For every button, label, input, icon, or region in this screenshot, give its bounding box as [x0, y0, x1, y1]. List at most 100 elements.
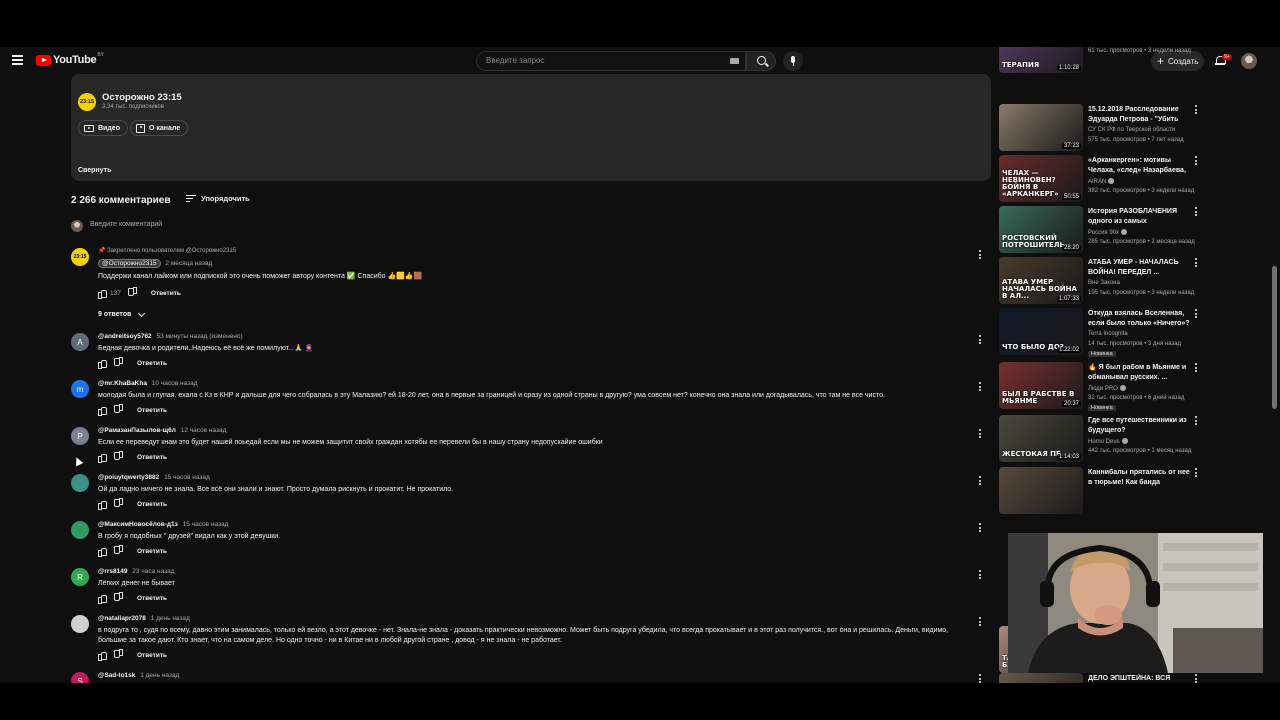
comment-author[interactable]: @poiuytqwerty3882: [98, 474, 159, 481]
comment-author[interactable]: @МаксимНовосёлов-д1з: [98, 521, 178, 528]
like-icon[interactable]: [98, 651, 107, 661]
video-menu-icon[interactable]: [1195, 468, 1198, 479]
video-thumbnail[interactable]: [999, 467, 1083, 514]
dislike-icon[interactable]: [115, 406, 123, 414]
comment-author[interactable]: @nataliapr2078: [98, 615, 146, 622]
video-title[interactable]: История РАЗОБЛАЧЕНИЯ одного из самых КРО…: [1088, 207, 1192, 227]
reply-button[interactable]: Ответить: [137, 501, 167, 508]
comment-author[interactable]: @mr.KhaBaKha: [98, 380, 147, 387]
comment-menu-icon[interactable]: [979, 523, 982, 533]
video-channel[interactable]: СУ СК РФ по Тверской области: [1088, 127, 1175, 133]
comment-time[interactable]: 15 часов назад: [164, 474, 210, 481]
comment-menu-icon[interactable]: [979, 335, 982, 345]
scrollbar[interactable]: [1272, 266, 1277, 409]
about-channel-button[interactable]: О канале: [130, 120, 189, 136]
like-icon[interactable]: [98, 453, 107, 463]
reply-button[interactable]: Ответить: [137, 360, 167, 367]
comment-time[interactable]: 1 день назад: [140, 672, 179, 679]
comment-avatar[interactable]: [71, 521, 89, 539]
comment-time[interactable]: 53 минуты назад (изменено): [156, 333, 242, 340]
recommended-video[interactable]: ЧЕЛАХ — НЕВИНОВЕН? БОЙНЯ В «АРКАНКЕРГ» 5…: [999, 155, 1259, 205]
video-menu-icon[interactable]: [1195, 105, 1198, 116]
like-icon[interactable]: [98, 500, 107, 510]
video-thumbnail[interactable]: [999, 673, 1083, 683]
comment-avatar[interactable]: S: [71, 672, 89, 683]
search-input[interactable]: Введите запрос: [476, 51, 746, 71]
dislike-icon[interactable]: [115, 651, 123, 659]
comment-menu-icon[interactable]: [979, 250, 982, 260]
comment-time[interactable]: 12 часов назад: [181, 427, 227, 434]
video-title[interactable]: 🔥 Я был рабом в Мьянме и обманывал русск…: [1088, 363, 1192, 383]
video-thumbnail[interactable]: АТАВА УМЕР НАЧАЛАСЬ ВОЙНА В АЛ... 1:07:3…: [999, 257, 1083, 304]
dislike-icon[interactable]: [115, 547, 123, 555]
video-thumbnail[interactable]: ЧЕЛАХ — НЕВИНОВЕН? БОЙНЯ В «АРКАНКЕРГ» 5…: [999, 155, 1083, 202]
video-channel[interactable]: Россия 90х: [1088, 229, 1128, 236]
like-icon[interactable]: [98, 406, 107, 416]
recommended-video[interactable]: БЫЛ В РАБСТВЕ В МЬЯНМЕ 20:37 🔥 Я был раб…: [999, 362, 1259, 412]
video-thumbnail[interactable]: 37:23: [999, 104, 1083, 151]
recommended-video[interactable]: ЖЕСТОКАЯ ПЕ... 1:14:03 Где все путешеств…: [999, 415, 1259, 465]
dislike-icon[interactable]: [115, 594, 123, 602]
like-icon[interactable]: [98, 359, 107, 369]
reply-button[interactable]: Ответить: [151, 290, 181, 297]
comment-time[interactable]: 1 день назад: [151, 615, 190, 622]
comment-menu-icon[interactable]: [979, 674, 982, 683]
video-thumbnail[interactable]: ЧТО БЫЛО ДО? 1:22:02: [999, 308, 1083, 355]
comment-avatar[interactable]: P: [71, 427, 89, 445]
comment-author[interactable]: @РамазанПазылов-щ6л: [98, 427, 176, 434]
video-title[interactable]: ДЕЛО ЭПШТЕЙНА: ВСЯ: [1088, 674, 1192, 683]
video-thumbnail[interactable]: РОСТОВСКИЙ ПОТРОШИТЕЛЬ 28:20: [999, 206, 1083, 253]
videos-button[interactable]: Видео: [78, 120, 128, 136]
video-channel[interactable]: Terra Incognita: [1088, 331, 1128, 337]
video-thumbnail[interactable]: БЫЛ В РАБСТВЕ В МЬЯНМЕ 20:37: [999, 362, 1083, 409]
comment-avatar[interactable]: [71, 474, 89, 492]
video-menu-icon[interactable]: [1195, 416, 1198, 427]
video-title[interactable]: Откуда взялась Вселенная, если было толь…: [1088, 309, 1192, 329]
video-title[interactable]: Где все путешественники из будущего?: [1088, 416, 1192, 436]
add-comment-input[interactable]: Введите комментарий: [90, 221, 162, 228]
comment-menu-icon[interactable]: [979, 570, 982, 580]
recommended-video[interactable]: ТЕРАПИЯ 1:10:28 Опер 61 тыс. просмотров …: [999, 47, 1259, 76]
channel-avatar[interactable]: 23:15: [78, 93, 96, 111]
comment-menu-icon[interactable]: [979, 429, 982, 439]
dislike-icon[interactable]: [115, 500, 123, 508]
reply-button[interactable]: Ответить: [137, 595, 167, 602]
keyboard-icon[interactable]: [730, 58, 739, 64]
comment-menu-icon[interactable]: [979, 617, 982, 627]
comment-avatar[interactable]: R: [71, 568, 89, 586]
recommended-video[interactable]: ДЕЛО ЭПШТЕЙНА: ВСЯ: [999, 673, 1259, 683]
recommended-video[interactable]: ЧТО БЫЛО ДО? 1:22:02 Откуда взялась Всел…: [999, 308, 1259, 358]
like-icon[interactable]: [98, 547, 107, 557]
video-thumbnail[interactable]: ЖЕСТОКАЯ ПЕ... 1:14:03: [999, 415, 1083, 462]
dislike-icon[interactable]: [129, 289, 137, 297]
comment-menu-icon[interactable]: [979, 382, 982, 392]
comment-avatar[interactable]: [71, 615, 89, 633]
comment-author[interactable]: @Sad-to1sk: [98, 672, 135, 679]
like-icon[interactable]: [98, 289, 107, 299]
video-thumbnail[interactable]: ТЕРАПИЯ 1:10:28: [999, 47, 1083, 73]
recommended-video[interactable]: АТАВА УМЕР НАЧАЛАСЬ ВОЙНА В АЛ... 1:07:3…: [999, 257, 1259, 307]
video-menu-icon[interactable]: [1195, 674, 1198, 683]
view-replies-button[interactable]: 9 ответов: [98, 309, 146, 318]
video-channel[interactable]: Люди PRO: [1088, 385, 1126, 392]
dislike-icon[interactable]: [115, 359, 123, 367]
reply-button[interactable]: Ответить: [137, 454, 167, 461]
video-title[interactable]: АТАБА УМЕР - НАЧАЛАСЬ ВОЙНА! ПЕРЕДЕЛ ...: [1088, 258, 1192, 278]
comment-avatar[interactable]: 23:15: [71, 248, 89, 266]
recommended-video[interactable]: Каннибалы прятались от нее в тюрьме! Как…: [999, 467, 1259, 517]
video-menu-icon[interactable]: [1195, 156, 1198, 167]
youtube-logo[interactable]: YouTube BY: [36, 52, 104, 66]
video-title[interactable]: 15.12.2018 Расследование Эдуарда Петрова…: [1088, 105, 1192, 125]
reply-button[interactable]: Ответить: [137, 548, 167, 555]
video-channel[interactable]: Вне Закона: [1088, 280, 1120, 286]
comment-time[interactable]: 15 часов назад: [183, 521, 229, 528]
search-button[interactable]: [746, 51, 776, 71]
video-channel[interactable]: AIRAN: [1088, 178, 1115, 185]
comment-avatar[interactable]: A: [71, 333, 89, 351]
video-channel[interactable]: Homo Deus: [1088, 438, 1128, 445]
recommended-video[interactable]: 37:23 15.12.2018 Расследование Эдуарда П…: [999, 104, 1259, 154]
channel-name[interactable]: Осторожно 23:15: [102, 92, 182, 103]
video-menu-icon[interactable]: [1195, 258, 1198, 269]
collapse-description-button[interactable]: Свернуть: [78, 167, 111, 174]
menu-icon[interactable]: [12, 55, 23, 65]
